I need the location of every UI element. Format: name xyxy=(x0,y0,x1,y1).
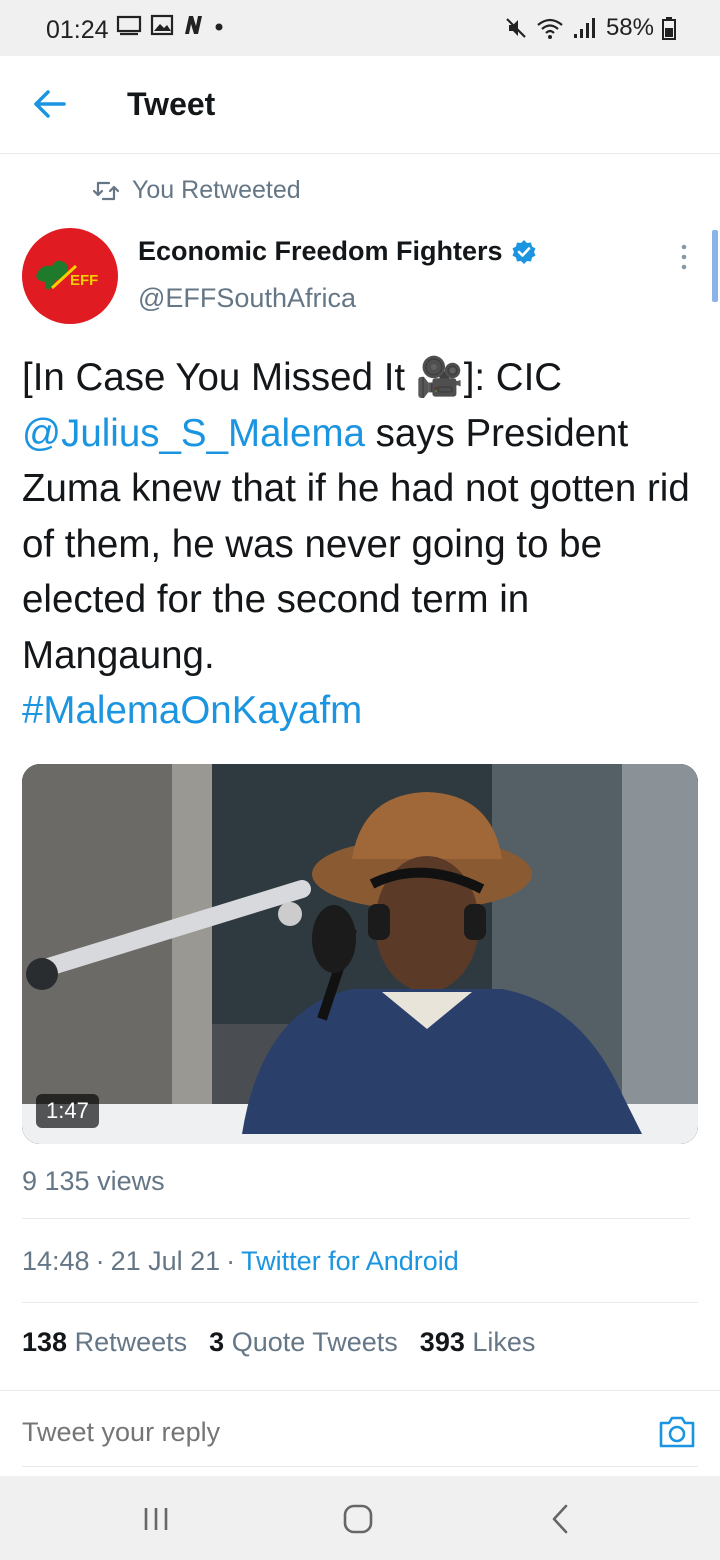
avatar-text: EFF xyxy=(70,272,99,289)
wifi-icon xyxy=(537,18,563,39)
battery-icon xyxy=(662,17,676,40)
tweet-text: [In Case You Missed It 🎥]: CIC @Julius_S… xyxy=(22,350,702,739)
avatar[interactable]: EFF xyxy=(22,228,118,324)
view-count[interactable]: 9 135 views xyxy=(22,1166,165,1197)
reply-bar xyxy=(0,1390,720,1476)
status-icons-left xyxy=(116,14,226,36)
more-options-icon[interactable] xyxy=(676,242,692,272)
tweet-date: 21 Jul 21 xyxy=(110,1246,221,1276)
author-handle[interactable]: @EFFSouthAfrica xyxy=(138,283,356,314)
divider xyxy=(22,1218,690,1219)
hashtag-link[interactable]: #MalemaOnKayafm xyxy=(22,689,362,732)
system-nav-bar xyxy=(0,1476,720,1560)
camera-icon[interactable] xyxy=(658,1415,696,1449)
tweet-text-part1: [In Case You Missed It xyxy=(22,356,416,399)
quote-tweets-stat[interactable]: 3 Quote Tweets xyxy=(209,1327,398,1358)
movie-camera-emoji: 🎥 xyxy=(415,356,464,399)
status-icons-right: 58% xyxy=(504,14,676,42)
likes-label: Likes xyxy=(472,1327,536,1357)
verified-badge-icon xyxy=(512,239,536,264)
retweet-icon xyxy=(92,181,120,200)
author-name[interactable]: Economic Freedom Fighters xyxy=(138,236,537,267)
divider xyxy=(22,1302,698,1303)
tweet-meta: 14:48 · 21 Jul 21 · Twitter for Android xyxy=(22,1246,459,1277)
quote-tweets-label: Quote Tweets xyxy=(231,1327,398,1357)
home-icon[interactable] xyxy=(338,1502,378,1536)
page-title: Tweet xyxy=(127,86,216,122)
mention-link[interactable]: @Julius_S_Malema xyxy=(22,412,365,455)
engagement-stats: 138 Retweets 3 Quote Tweets 393 Likes xyxy=(22,1327,535,1358)
video-thumbnail[interactable]: 1:47 xyxy=(22,764,698,1144)
battery-percent: 58% xyxy=(605,14,654,41)
tweet-source-link[interactable]: Twitter for Android xyxy=(241,1246,459,1277)
video-duration: 1:47 xyxy=(36,1094,99,1128)
meta-separator: · xyxy=(226,1246,236,1276)
quote-tweets-count: 3 xyxy=(209,1327,225,1357)
dot-icon xyxy=(215,23,223,31)
divider xyxy=(22,1466,698,1467)
display-name-text: Economic Freedom Fighters xyxy=(138,236,503,266)
tweet-time: 14:48 xyxy=(22,1246,90,1276)
tweet-text-part2: ]: CIC xyxy=(463,356,563,399)
recent-apps-icon[interactable] xyxy=(136,1502,176,1536)
news-icon xyxy=(185,16,202,34)
screen-icon xyxy=(116,15,142,36)
mute-icon xyxy=(506,18,526,38)
likes-count: 393 xyxy=(419,1327,465,1357)
reply-input[interactable] xyxy=(22,1417,376,1448)
retweets-count: 138 xyxy=(22,1327,68,1357)
back-arrow-icon[interactable] xyxy=(30,84,70,124)
retweets-label: Retweets xyxy=(74,1327,188,1357)
back-icon[interactable] xyxy=(540,1502,580,1536)
scroll-indicator[interactable] xyxy=(712,230,718,302)
meta-separator: · xyxy=(95,1246,105,1276)
signal-icon xyxy=(573,18,595,38)
video-frame xyxy=(22,764,698,1144)
retweet-notice: You Retweeted xyxy=(92,176,301,205)
retweets-stat[interactable]: 138 Retweets xyxy=(22,1327,187,1358)
top-app-bar: Tweet xyxy=(0,56,720,154)
status-time: 01:24 xyxy=(46,16,109,44)
retweet-notice-text: You Retweeted xyxy=(132,176,301,204)
gallery-icon xyxy=(150,14,174,36)
status-bar: 01:24 58% xyxy=(0,0,720,56)
likes-stat[interactable]: 393 Likes xyxy=(420,1327,536,1358)
